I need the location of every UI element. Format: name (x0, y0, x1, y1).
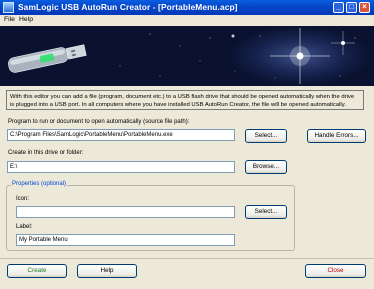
help-label: Help (100, 267, 114, 274)
help-button[interactable]: Help (77, 264, 137, 278)
handle-errors-label: Handle Errors... (314, 132, 359, 139)
menu-file[interactable]: File (4, 16, 15, 23)
drive-label: Create in this drive or folder: (8, 150, 84, 156)
info-text: With this editor you can add a file (pro… (6, 90, 364, 110)
icon-select-label: Select... (254, 208, 278, 215)
browse-button[interactable]: Browse... (245, 160, 287, 174)
minimize-button[interactable]: _ (333, 2, 344, 13)
header-banner (0, 26, 374, 86)
icon-field[interactable] (16, 206, 235, 218)
close-label: Close (327, 267, 344, 274)
program-select-button[interactable]: Select... (245, 129, 287, 143)
create-button[interactable]: Create (7, 264, 67, 278)
menu-help[interactable]: Help (19, 16, 33, 23)
usb-flash-drive-icon (8, 28, 356, 84)
label-label: Label: (16, 224, 33, 230)
maximize-button[interactable]: □ (346, 2, 357, 13)
window-title: SamLogic USB AutoRun Creator - [Portable… (18, 2, 238, 12)
program-path-field[interactable]: C:\Program Files\SamLogic\PortableMenu\P… (7, 129, 235, 141)
close-window-button[interactable]: × (359, 2, 370, 13)
icon-select-button[interactable]: Select... (245, 205, 287, 219)
program-select-label: Select... (254, 132, 278, 139)
title-bar[interactable]: SamLogic USB AutoRun Creator - [Portable… (0, 0, 374, 15)
handle-errors-button[interactable]: Handle Errors... (307, 129, 366, 143)
create-label: Create (27, 267, 47, 274)
label-field[interactable]: My Portable Menu (16, 234, 235, 246)
close-button[interactable]: Close (305, 264, 366, 278)
icon-label: Icon: (16, 196, 30, 202)
properties-legend: Properties (optional) (11, 181, 68, 187)
menu-bar: File Help (0, 15, 374, 26)
footer-divider (0, 258, 374, 259)
browse-label: Browse... (252, 163, 280, 170)
drive-folder-field[interactable]: E:\ (7, 161, 235, 173)
app-icon (3, 2, 14, 13)
program-label: Program to run or document to open autom… (8, 119, 190, 125)
